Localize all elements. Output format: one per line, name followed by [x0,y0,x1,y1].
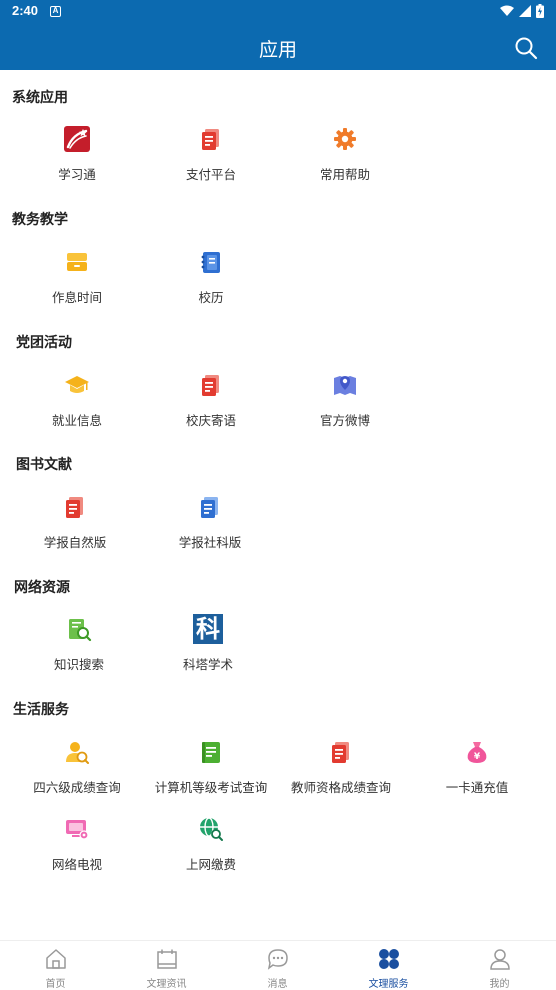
app-label: 网络电视 [51,857,102,872]
nav-item-profile[interactable]: 我的 [444,948,555,990]
globe-search-icon [200,817,223,841]
notification-icon: A [50,6,61,17]
app-label: 常用帮助 [319,167,370,182]
search-icon[interactable] [514,36,538,60]
app-employment[interactable]: 就业信息 [10,372,144,429]
app-network-tv[interactable]: 网络电视 [10,816,144,873]
app-label: 学报自然版 [43,535,107,550]
app-label: 学报社科版 [178,535,242,550]
app-calendar[interactable]: 校历 [144,249,278,306]
keta-glyph: 科 [196,614,220,643]
document-icon [332,742,349,763]
book-search-icon [69,619,92,642]
app-label: 官方微博 [319,413,370,428]
app-cet-scores[interactable]: 四六级成绩查询 [10,739,144,796]
app-bar: 应用 [0,24,556,70]
xuexitong-icon [64,126,90,152]
svg-text:¥: ¥ [474,752,481,762]
app-keta-academic[interactable]: 科 科塔学术 [141,614,275,673]
home-icon [45,949,66,969]
notebook-icon [201,252,220,273]
section-title-library: 图书文献 [16,457,72,473]
bottom-navigation: 首页 文理资讯 消息 文理服务 我的 [0,940,556,990]
wifi-icon [500,5,514,16]
section-title-network-resources: 网络资源 [14,580,70,596]
app-label: 校庆寄语 [185,413,236,428]
nav-label: 我的 [489,979,510,990]
app-label: 校历 [198,290,224,305]
app-help[interactable]: 常用帮助 [278,126,412,183]
page-title: 应用 [258,39,297,61]
user-icon [489,949,510,970]
document-icon [201,497,218,518]
notebook-icon [202,742,220,763]
status-time: 2:40 [12,3,39,18]
chat-bubble-icon [267,949,288,970]
nav-item-services[interactable]: 文理服务 [333,948,444,990]
nav-label: 文理服务 [368,979,409,990]
drawer-icon [67,253,87,271]
battery-icon [536,4,544,18]
signal-icon [519,5,531,17]
nav-label: 消息 [267,979,288,990]
tv-icon [66,820,89,840]
clover-grid-icon [378,949,399,969]
app-label: 知识搜索 [53,657,104,672]
nav-label: 文理资讯 [146,979,187,990]
app-xuexitong[interactable]: 学习通 [10,126,144,183]
app-official-weibo[interactable]: 官方微博 [278,372,412,429]
app-label: 科塔学术 [182,657,233,672]
section-title-system: 系统应用 [12,90,68,106]
app-anniversary-message[interactable]: 校庆寄语 [144,372,278,429]
status-icons [500,4,544,18]
app-label: 学习通 [58,167,96,182]
nav-item-news[interactable]: 文理资讯 [111,948,222,990]
user-search-icon [66,742,89,764]
app-label: 教师资格成绩查询 [290,780,391,795]
app-label: 四六级成绩查询 [33,780,121,795]
keta-logo-icon: 科 [193,614,223,644]
app-schedule[interactable]: 作息时间 [10,249,144,306]
calendar-icon [156,949,177,969]
nav-item-messages[interactable]: 消息 [222,948,333,990]
app-internet-fees[interactable]: 上网缴费 [144,816,278,873]
section-title-academic: 教务教学 [12,212,68,228]
app-journal-social[interactable]: 学报社科版 [143,494,277,551]
status-bar: 2:40 A [0,0,556,24]
app-journal-natural[interactable]: 学报自然版 [8,494,142,551]
app-label: 计算机等级考试查询 [154,780,268,795]
app-label: 支付平台 [185,167,236,182]
app-computer-exam-scores[interactable]: 计算机等级考试查询 [144,739,278,796]
document-icon [202,129,219,150]
map-pin-icon [334,376,356,395]
document-icon [202,375,219,396]
nav-item-home[interactable]: 首页 [0,948,111,990]
gear-icon [334,128,356,150]
app-knowledge-search[interactable]: 知识搜索 [12,616,146,673]
document-icon [66,497,83,518]
graduation-cap-icon [65,376,89,393]
app-payment-platform[interactable]: 支付平台 [144,126,278,183]
app-label: 上网缴费 [185,857,236,872]
money-bag-icon: ¥ [467,742,487,763]
app-teacher-cert-scores[interactable]: 教师资格成绩查询 [274,739,408,796]
app-label: 作息时间 [51,290,102,305]
nav-label: 首页 [45,979,66,990]
app-label: 一卡通充值 [445,780,509,795]
section-title-party: 党团活动 [16,335,72,351]
section-title-life-services: 生活服务 [13,702,69,718]
app-label: 就业信息 [51,413,102,428]
app-card-recharge[interactable]: ¥ 一卡通充值 [410,739,544,796]
